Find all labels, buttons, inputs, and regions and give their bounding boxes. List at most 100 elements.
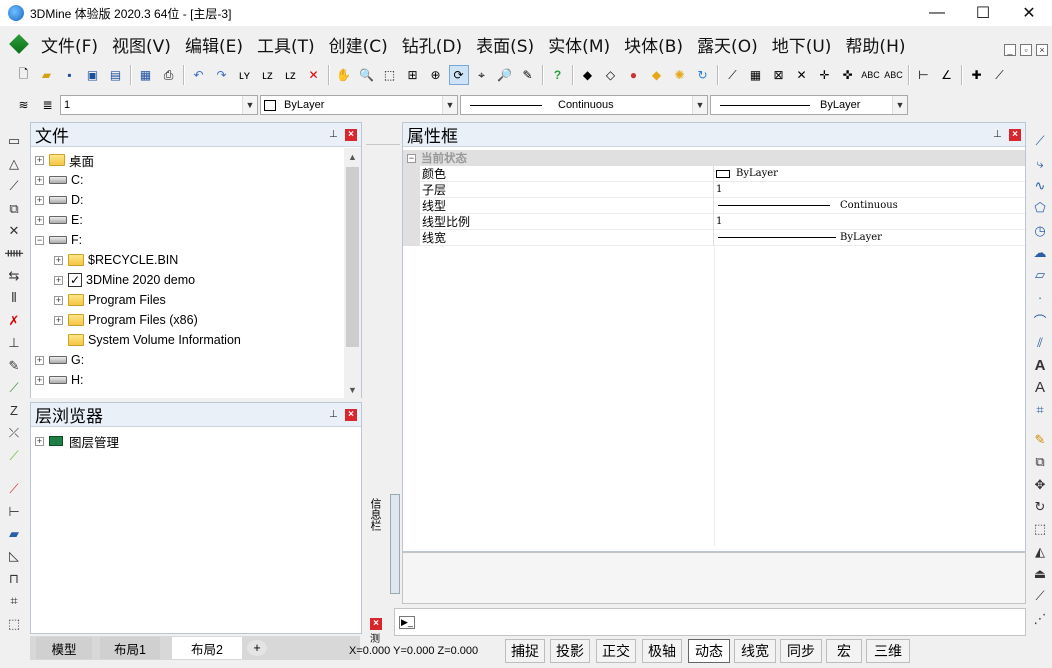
angle-icon[interactable]: ∠ [937,65,957,85]
scale-icon[interactable]: ⬚ [1030,520,1050,538]
checkmark-icon[interactable]: ✓ [68,273,82,287]
mirror-icon[interactable]: ◭ [1030,542,1050,560]
zoom-previous-icon[interactable]: 🔎 [495,65,515,85]
text-icon[interactable]: A [1030,379,1050,397]
tree-item-demo[interactable]: + ✓ 3DMine 2020 demo [54,270,195,290]
menu-block[interactable]: 块体(B) [617,32,690,57]
tree-item-drive-d[interactable]: + D: [35,190,84,210]
file-panel-close-icon[interactable]: × [345,129,357,141]
cube-icon[interactable]: ⬚ [4,615,24,633]
pencil-icon[interactable]: ✎ [4,357,24,375]
view-top-icon[interactable]: ◆ [578,65,598,85]
status-3d-button[interactable]: 三维 [866,639,910,663]
linetype-combo[interactable]: Continuous ▼ [460,95,708,115]
expand-icon[interactable]: + [35,195,44,205]
info-bar-close-icon[interactable]: × [370,618,382,630]
pin-icon[interactable]: ⊥ [329,409,339,421]
add-layout-button[interactable]: + [247,640,267,656]
triangle-icon[interactable]: △ [4,154,24,172]
array-icon[interactable]: ᚔ [4,244,24,262]
snap-endpoint-icon[interactable]: ⟋ [723,65,743,85]
expand-icon[interactable]: + [35,155,44,165]
delete-icon[interactable]: ✕ [304,65,324,85]
menu-drill[interactable]: 钻孔(D) [395,32,469,57]
menu-underground[interactable]: 地下(U) [765,32,839,57]
tree-item-recycle-bin[interactable]: + $RECYCLE.BIN [54,250,178,270]
line-edit-icon[interactable]: ⟋ [4,480,24,498]
menu-help[interactable]: 帮助(H) [838,32,912,57]
collapse-icon[interactable]: − [35,235,44,245]
xy-plane-icon[interactable]: ʟʏ [235,65,255,85]
menu-file[interactable]: 文件(F) [34,32,105,57]
yz-plane-icon[interactable]: ʟz [281,65,301,85]
z-value-icon[interactable]: Z [4,401,24,419]
move-icon[interactable]: ✥ [1030,475,1050,493]
tree-item-drive-h[interactable]: + H: [35,370,84,390]
menu-edit[interactable]: 编辑(E) [178,32,250,57]
print-icon[interactable]: ⎙ [159,65,179,85]
erase-icon[interactable]: ✗ [4,312,24,330]
center-icon[interactable]: ⌖ [472,65,492,85]
status-macro-button[interactable]: 宏 [826,639,862,663]
break-icon[interactable]: ⤫ [4,424,24,442]
line-icon[interactable]: ⟋ [1030,132,1050,150]
dashed-line-icon[interactable]: ⋰ [1030,610,1050,628]
redo-icon[interactable]: ↷ [212,65,232,85]
menu-tools[interactable]: 工具(T) [250,32,322,57]
offset-icon[interactable]: ⧉ [4,199,24,217]
layer-combo[interactable]: 1 ▼ [60,95,258,115]
snap-near-icon[interactable]: ✜ [838,65,858,85]
prop-row-linetype[interactable]: 线型 Continuous [403,198,1025,214]
snap-grid-icon[interactable]: ⊠ [769,65,789,85]
rotate-view-icon[interactable]: ⟳ [448,65,469,85]
split-icon[interactable]: ⫴ [4,289,24,307]
menu-openpit[interactable]: 露天(O) [690,32,765,57]
rotate-icon[interactable]: ↻ [1030,498,1050,516]
layer-state-icon[interactable]: ≣ [38,95,58,115]
orbit-icon[interactable]: ↻ [693,65,713,85]
pan-icon[interactable]: ✋ [334,65,354,85]
status-lineweight-button[interactable]: 线宽 [734,639,776,663]
edit-pencil-icon[interactable]: ✎ [1030,431,1050,449]
mtext-icon[interactable]: A [1030,356,1050,374]
plot-icon[interactable]: ▦ [136,65,156,85]
paint-icon[interactable]: ⟋ [4,379,24,397]
expand-icon[interactable]: + [54,315,63,325]
collapse-icon[interactable]: − [407,153,416,163]
axis-icon[interactable]: ✚ [967,65,987,85]
scroll-down-icon[interactable]: ▼ [344,381,361,398]
snap-perp-icon[interactable]: ✛ [815,65,835,85]
prop-row-lineweight[interactable]: 线宽 ByLayer [403,230,1025,246]
polygon-icon[interactable]: ⬠ [1030,199,1050,217]
zoom-extents-icon[interactable]: ⊞ [403,65,423,85]
grid-icon[interactable]: ▦ [746,65,766,85]
prop-row-sublayer[interactable]: 子层 1 [403,182,1025,198]
tree-item-program-files[interactable]: + Program Files [54,290,166,310]
expand-icon[interactable]: + [35,215,44,225]
save-icon[interactable]: ▪ [60,65,80,85]
extend-icon[interactable]: ⟋ [1030,587,1050,605]
tab-layout1[interactable]: 布局1 [100,637,160,659]
polyline-icon[interactable]: ⤷ [1030,154,1050,172]
undo-icon[interactable]: ↶ [189,65,209,85]
command-line[interactable]: ▶_ [394,608,1026,636]
tree-item-program-files-x86[interactable]: + Program Files (x86) [54,310,198,330]
mdi-close-icon[interactable]: × [1036,44,1048,56]
cross-icon[interactable]: ✕ [4,222,24,240]
tree-item-drive-g[interactable]: + G: [35,350,84,370]
tree-item-drive-c[interactable]: + C: [35,170,84,190]
prop-row-linetype-scale[interactable]: 线型比例 1 [403,214,1025,230]
color-combo[interactable]: ByLayer ▼ [260,95,458,115]
brush-icon[interactable]: ✎ [518,65,538,85]
measure-tab[interactable]: 测 [370,630,380,645]
tree-item-drive-f[interactable]: − F: [35,230,82,250]
rectangle-icon[interactable]: ▭ [4,132,24,150]
node-icon[interactable]: ⌗ [4,592,24,610]
dot-icon[interactable]: · [1030,289,1050,307]
tree-item-system-volume[interactable]: System Volume Information [68,330,241,350]
maximize-button[interactable]: ☐ [960,0,1006,26]
ucs-icon[interactable]: ⟋ [990,65,1010,85]
info-bar-tab[interactable]: 信息栏 [368,498,382,531]
render-color-icon[interactable]: ● [624,65,644,85]
open-folder-icon[interactable]: ▰ [37,65,57,85]
